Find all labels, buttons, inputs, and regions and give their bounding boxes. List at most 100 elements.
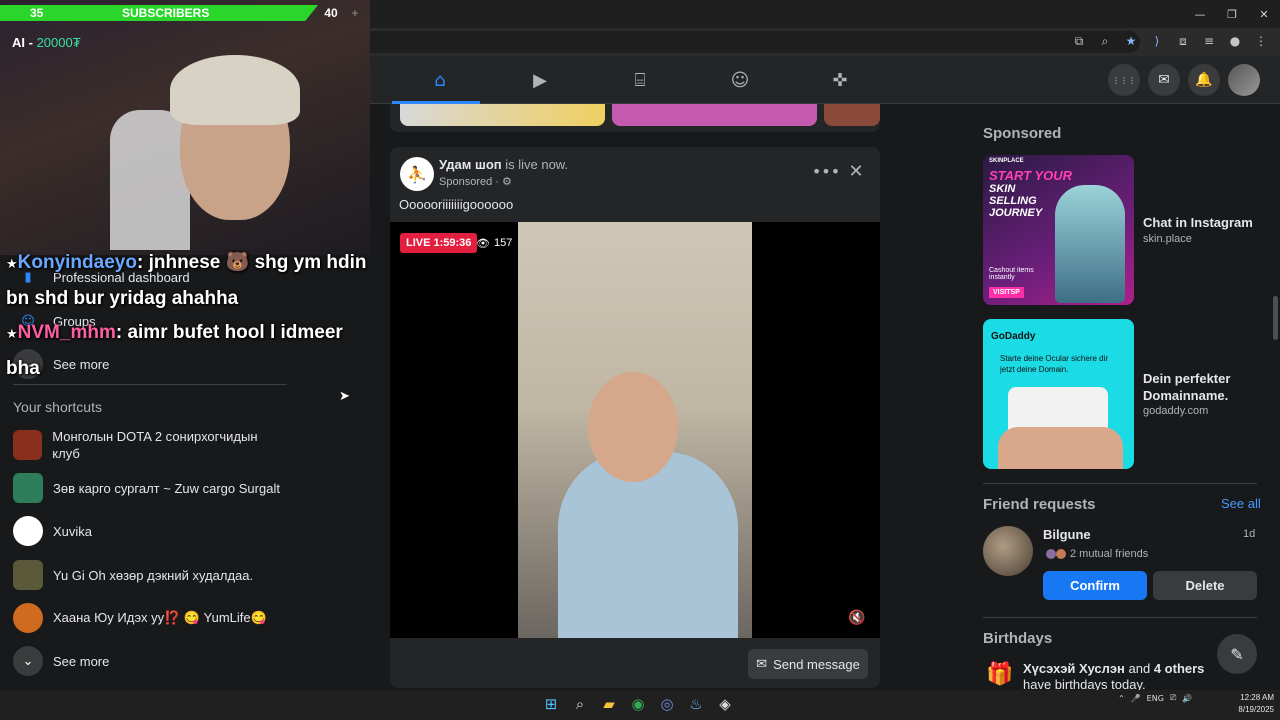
shortcut-avatar [13,430,43,460]
ad-visit-badge: VISITSP [989,287,1024,298]
godaddy-ad-image[interactable]: GoDaddy Starte deine Ocular sichere dir … [983,319,1134,469]
shortcut-item[interactable]: Xuvika [13,516,92,546]
story-card[interactable] [612,104,817,126]
groups-tab-icon[interactable]: ☺ [690,56,790,104]
discord-icon[interactable]: ◎ [656,691,678,717]
gaming-chair [110,110,190,250]
goal-name: AI - [12,35,37,50]
friend-request-time: 1d [1243,528,1256,540]
shortcut-label: Хаана Юу Идэх уу⁉️ 😋 YumLife😋 [53,610,267,625]
story-card[interactable] [400,104,605,126]
shortcut-item[interactable]: Yu Gi Oh хөзөр дэкний худалдаа. [13,560,253,590]
badge-icon: ★ [6,257,18,272]
extensions-puzzle-icon[interactable]: ⧈ [1172,30,1194,52]
live-video[interactable] [390,222,880,638]
delete-button[interactable]: Delete [1153,571,1257,600]
bookmark-star-icon[interactable]: ★ [1120,30,1142,52]
right-divider [983,617,1257,618]
marketplace-tab-icon[interactable]: ⌸ [590,56,690,104]
video-frame [518,222,752,638]
friend-requests-heading: Friend requests [983,496,1096,513]
volume-icon[interactable]: 🔊 [1182,694,1192,703]
story-card[interactable] [824,104,880,126]
ad-site: skin.place [1143,233,1192,245]
sub-label: SUBSCRIBERS [122,6,210,20]
chat-message: ★Konyindaeyo: jnhnese 🐻 shg ym hdin bn s… [6,246,368,316]
new-tab-plus-icon[interactable]: + [342,5,368,21]
close-icon[interactable]: ✕ [842,159,870,183]
network-icon[interactable]: ⎚ [1170,693,1176,703]
see-all-link[interactable]: See all [1221,496,1261,511]
file-explorer-icon[interactable]: ▰ [598,691,620,717]
microphone-icon[interactable]: 🎤 [1131,694,1141,703]
messenger-icon[interactable]: ✉ [1148,64,1180,96]
steam-icon[interactable]: ♨ [685,691,707,717]
ad-character [1055,185,1125,303]
system-clock[interactable]: 12:28 AM 8/19/2025 [1222,692,1274,716]
tray-expand-icon[interactable]: ⌃ [1118,694,1125,703]
media-queue-icon[interactable]: ≡ [1198,30,1220,52]
ad-title[interactable]: Dein perfekter Domainname. [1143,370,1263,404]
gift-icon: 🎁 [986,662,1014,687]
right-divider [983,483,1257,484]
mutual-avatar [1046,549,1056,559]
friend-request-avatar[interactable] [983,526,1033,576]
start-menu-icon[interactable]: ⊞ [540,691,562,717]
chrome-icon[interactable]: ◉ [627,691,649,717]
facebook-nav-tabs: ⌂ ▶ ⌸ ☺ ✜ [390,56,890,104]
page-scrollbar[interactable] [1273,296,1278,340]
birthday-text[interactable]: Хүсэхэй Хуслэн and 4 others have birthda… [1023,661,1233,693]
shortcut-item[interactable]: Хаана Юу Идэх уу⁉️ 😋 YumLife😋 [13,603,267,633]
live-status: is live now. [501,157,569,172]
ad-title[interactable]: Chat in Instagram [1143,214,1253,231]
gaming-tab-icon[interactable]: ✜ [790,56,890,104]
ad-site: godaddy.com [1143,405,1209,417]
ad-brand: SKINPLACE [989,158,1024,164]
shortcut-label: Yu Gi Oh хөзөр дэкний худалдаа. [53,567,254,583]
window-controls: — ❐ ✕ [1184,0,1280,28]
header-actions: ⋮⋮⋮ ✉ 🔔 [1108,64,1260,96]
browser-menu-icon[interactable]: ⋮ [1250,30,1272,52]
birthday-others: 4 others [1153,661,1205,676]
search-icon[interactable]: ⌕ [569,691,591,717]
shortcut-label: Xuvika [53,523,93,539]
home-tab-icon[interactable]: ⌂ [390,56,490,104]
close-window-icon[interactable]: ✕ [1248,0,1280,28]
account-avatar[interactable] [1228,64,1260,96]
more-options-icon[interactable]: ••• [812,159,840,183]
shortcut-label: Монголын DOTA 2 сонирхогчидын клуб [52,429,258,461]
page-logo-icon[interactable]: ⛹ [400,157,434,191]
new-message-compose-icon[interactable]: ✎ [1217,634,1257,674]
zoom-icon[interactable]: ⌕ [1094,30,1116,52]
shortcut-label: Зөв карго сургалт ~ Zuw cargo Surgalt [53,480,280,496]
birthday-and: and [1124,661,1154,676]
shortcuts-see-more[interactable]: ⌄ See more [13,646,109,676]
app-icon[interactable]: ◈ [714,691,736,717]
cast-icon[interactable]: ⧉ [1068,30,1090,52]
profile-icon[interactable]: ● [1224,30,1246,52]
minimize-icon[interactable]: — [1184,0,1216,28]
notifications-bell-icon[interactable]: 🔔 [1188,64,1220,96]
goal-amount: 20000₮ [36,35,81,50]
restore-icon[interactable]: ❐ [1216,0,1248,28]
video-tab-icon[interactable]: ▶ [490,56,590,104]
shortcut-avatar [13,603,43,633]
language-indicator[interactable]: ENG [1147,694,1164,703]
confirm-button[interactable]: Confirm [1043,571,1147,600]
mute-icon[interactable]: 🔇 [848,610,865,626]
shortcut-item[interactable]: Зөв карго сургалт ~ Zuw cargo Surgalt [13,473,280,503]
address-bar[interactable] [330,31,1140,53]
post-text: Oooooriiiiiiigoooooo [399,197,514,212]
page-name[interactable]: Удам шоп [439,157,502,172]
browser-toolbar-icons: ⧉ ⌕ ★ ⟩ ⧈ ≡ ● ⋮ [1068,30,1272,52]
sub-goal-count: 40 [324,6,338,20]
friend-request-name[interactable]: Bilgune [1043,527,1091,542]
extension-icon[interactable]: ⟩ [1146,30,1168,52]
send-message-button[interactable]: ✉ Send message [748,649,868,679]
skinplace-ad-image[interactable]: SKINPLACE START YOUR SKIN SELLING JOURNE… [983,155,1134,305]
menu-grid-icon[interactable]: ⋮⋮⋮ [1108,64,1140,96]
ad-cashout: Cashout items instantly [989,267,1034,281]
chevron-down-icon: ⌄ [13,646,43,676]
system-tray: ⌃ 🎤 ENG ⎚ 🔊 [1118,693,1192,703]
shortcut-item[interactable]: Монголын DOTA 2 сонирхогчидын клуб [13,428,283,462]
